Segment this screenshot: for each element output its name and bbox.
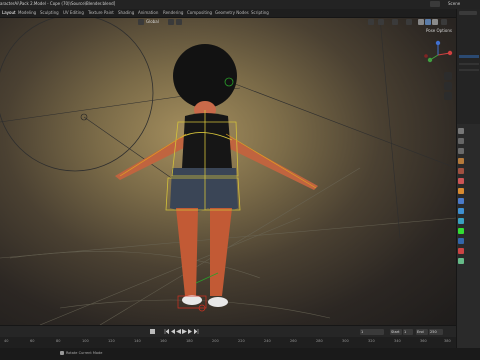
character-shorts	[170, 168, 238, 212]
tab-rendering[interactable]: Rendering	[163, 10, 183, 15]
pose-options-button[interactable]: Pose Options	[426, 28, 452, 33]
end-frame-field[interactable]: 250	[429, 329, 443, 335]
jump-end-icon[interactable]	[193, 328, 199, 335]
ruler-tick-label: 100	[82, 339, 89, 343]
modifier-properties-icon[interactable]	[458, 198, 464, 204]
view-layer-properties-icon[interactable]	[458, 158, 464, 164]
tab-shading[interactable]: Shading	[118, 10, 134, 15]
ruler-tick-label: 280	[316, 339, 323, 343]
outliner-selected-row[interactable]	[459, 55, 479, 58]
ruler-tick-label: 300	[342, 339, 349, 343]
ruler-tick-label: 200	[212, 339, 219, 343]
camera-view-icon[interactable]	[444, 92, 452, 100]
ruler-tick-label: 220	[238, 339, 245, 343]
ruler-tick-label: 260	[290, 339, 297, 343]
outliner-row[interactable]	[459, 69, 479, 71]
shading-options-icon[interactable]	[441, 19, 447, 25]
start-frame-field[interactable]: 1	[403, 329, 413, 335]
end-label: End	[416, 329, 428, 335]
tab-compositing[interactable]: Compositing	[187, 10, 212, 15]
tab-animation[interactable]: Animation	[138, 10, 158, 15]
step-back-icon[interactable]	[170, 329, 175, 334]
view-object-types-icon[interactable]	[368, 19, 374, 25]
zoom-icon[interactable]	[444, 72, 452, 80]
viewport-scene	[0, 18, 456, 325]
step-forward-icon[interactable]	[188, 329, 193, 334]
tab-sculpting[interactable]: Sculpting	[40, 10, 59, 15]
play-icon[interactable]	[182, 329, 187, 334]
world-properties-icon[interactable]	[458, 178, 464, 184]
shading-rendered-icon[interactable]	[432, 19, 438, 25]
constraint-properties-icon[interactable]	[458, 228, 464, 234]
ruler-tick-label: 120	[108, 339, 115, 343]
tab-scripting[interactable]: Scripting	[251, 10, 269, 15]
current-frame-field[interactable]: 1	[360, 329, 384, 335]
physics-properties-icon[interactable]	[458, 218, 464, 224]
mouse-icon	[60, 351, 64, 355]
snap-icon[interactable]	[168, 19, 174, 25]
transform-orientation-icon[interactable]	[138, 19, 144, 25]
workspace-tabs: Layout Modeling Sculpting UV Editing Tex…	[0, 9, 480, 18]
right-shoe	[208, 297, 228, 307]
left-shoe	[182, 295, 202, 305]
ruler-tick-label: 160	[160, 339, 167, 343]
3d-viewport[interactable]	[0, 18, 456, 325]
navigation-gizmo[interactable]	[420, 40, 456, 100]
outliner-panel[interactable]	[456, 9, 480, 124]
viewport-header: Global Pose Options	[0, 18, 456, 33]
transform-orientation[interactable]: Global	[146, 19, 159, 24]
ruler-tick-label: 320	[368, 339, 375, 343]
title-bar: aracterAi\Pack 2.Model - Cope (70)\Sourc…	[0, 0, 480, 9]
status-hint: Rotate Current Mode	[66, 351, 103, 355]
axis-gizmo-icon[interactable]	[420, 40, 456, 70]
scene-properties-icon[interactable]	[458, 168, 464, 174]
ruler-tick-label: 180	[186, 339, 193, 343]
ruler-tick-label: 40	[4, 339, 9, 343]
tab-texture-paint[interactable]: Texture Paint	[88, 10, 114, 15]
play-reverse-icon[interactable]	[176, 329, 181, 334]
character-hair	[173, 44, 237, 108]
render-properties-icon[interactable]	[458, 138, 464, 144]
outliner-row[interactable]	[459, 63, 479, 65]
window-title: aracterAi\Pack 2.Model - Cope (70)\Sourc…	[0, 1, 116, 6]
control-circle	[0, 18, 154, 172]
tab-geometry-nodes[interactable]: Geometry Nodes	[215, 10, 249, 15]
tool-properties-icon[interactable]	[458, 128, 464, 134]
keyframe-icon[interactable]	[150, 329, 155, 334]
jump-start-icon[interactable]	[164, 328, 170, 335]
outliner-search-input[interactable]	[459, 11, 477, 15]
scene-name[interactable]: Scene	[448, 1, 460, 6]
texture-properties-icon[interactable]	[458, 258, 464, 264]
scene-selector-icon[interactable]	[430, 1, 440, 7]
tab-uv-editing[interactable]: UV Editing	[63, 10, 84, 15]
data-properties-icon[interactable]	[458, 238, 464, 244]
overlay-toggle-icon[interactable]	[392, 19, 398, 25]
shading-material-icon[interactable]	[425, 19, 431, 25]
particle-properties-icon[interactable]	[458, 208, 464, 214]
status-bar: Rotate Current Mode	[0, 348, 480, 360]
pan-icon[interactable]	[444, 82, 452, 90]
properties-panel[interactable]	[456, 124, 480, 360]
ruler-tick-label: 60	[30, 339, 35, 343]
output-properties-icon[interactable]	[458, 148, 464, 154]
ruler-tick-label: 340	[394, 339, 401, 343]
ruler-tick-label: 80	[56, 339, 61, 343]
start-label: Start	[390, 329, 402, 335]
gizmo-toggle-icon[interactable]	[378, 19, 384, 25]
ruler-tick-label: 380	[444, 339, 451, 343]
ruler-tick-label: 240	[264, 339, 271, 343]
proportional-edit-icon[interactable]	[176, 19, 182, 25]
timeline-ruler[interactable]: 40 60 80 100 120 140 160 180 200 220 240…	[0, 337, 456, 348]
object-properties-icon[interactable]	[458, 188, 464, 194]
xray-toggle-icon[interactable]	[406, 19, 412, 25]
ruler-tick-label: 140	[134, 339, 141, 343]
tab-layout[interactable]: Layout	[2, 10, 16, 15]
material-properties-icon[interactable]	[458, 248, 464, 254]
tab-modeling[interactable]: Modeling	[18, 10, 36, 15]
ruler-tick-label: 360	[420, 339, 427, 343]
shading-solid-icon[interactable]	[418, 19, 424, 25]
